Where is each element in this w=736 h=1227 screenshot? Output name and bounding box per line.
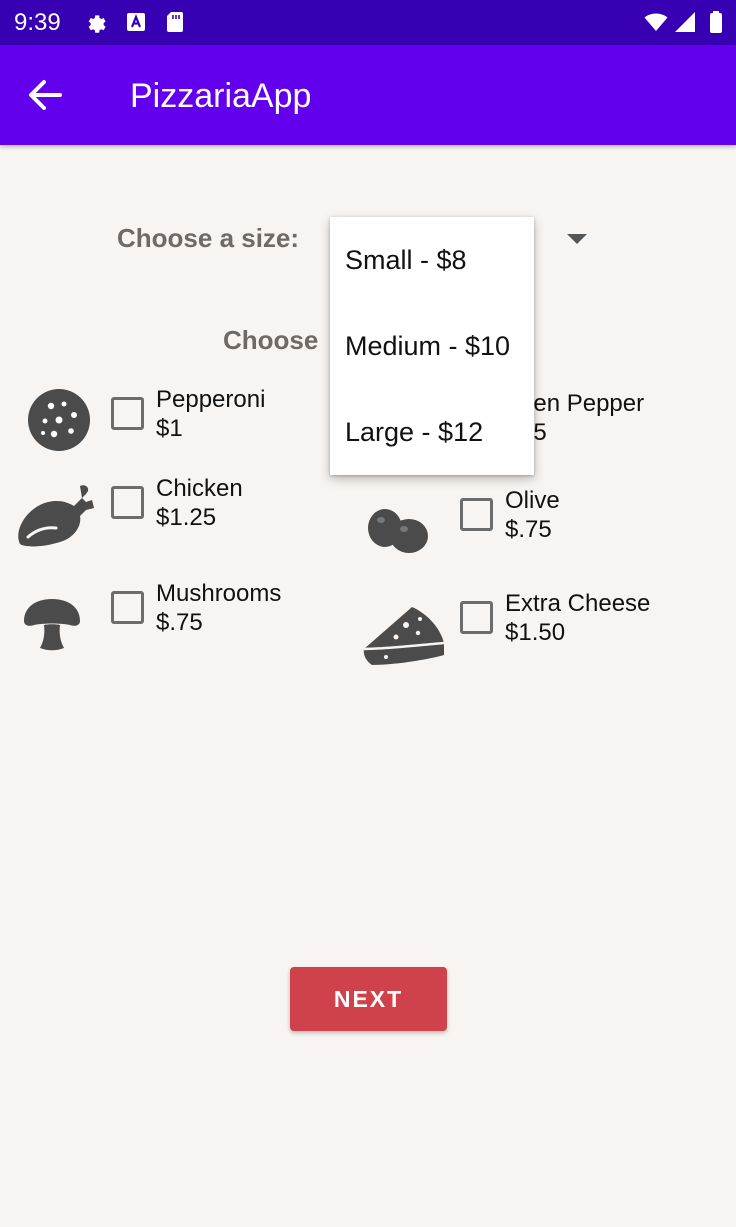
checkbox-pepperoni[interactable]: [111, 397, 144, 430]
status-bar: 9:39: [0, 0, 736, 45]
gear-icon: [88, 15, 106, 33]
a-badge-icon: [127, 13, 145, 31]
arrow-left-icon[interactable]: [20, 70, 70, 120]
app-bar: PizzariaApp: [0, 45, 736, 145]
topping-price: $1.25: [156, 504, 217, 531]
mushroom-icon: [24, 599, 80, 651]
size-option-label: Medium - $10: [345, 331, 511, 361]
topping-price: $.75: [505, 516, 552, 543]
cheese-icon: [363, 607, 445, 665]
olive-icon: [368, 509, 428, 553]
topping-olive: Olive $.75: [366, 486, 696, 566]
app-title: PizzariaApp: [130, 77, 312, 115]
wifi-icon: [644, 13, 668, 31]
topping-name: een Pepper: [520, 390, 645, 417]
dropdown-arrow-icon[interactable]: [567, 234, 587, 244]
next-button[interactable]: NEXT: [290, 967, 447, 1031]
topping-price: $1: [156, 415, 183, 442]
pepperoni-icon: [28, 389, 90, 451]
topping-pepperoni: Pepperoni $1: [20, 385, 350, 465]
size-option-small[interactable]: Small - $8: [330, 217, 534, 303]
size-label: Choose a size:: [117, 223, 300, 253]
checkbox-chicken[interactable]: [111, 486, 144, 519]
battery-icon: [710, 11, 722, 33]
checkbox-olive[interactable]: [460, 498, 493, 531]
topping-name: Chicken: [156, 475, 243, 502]
toppings-label: Choose: [223, 325, 319, 355]
size-option-large[interactable]: Large - $12: [330, 389, 534, 475]
topping-extra-cheese: Extra Cheese $1.50: [360, 589, 690, 669]
topping-name: Mushrooms: [156, 580, 282, 607]
topping-mushrooms: Mushrooms $.75: [20, 579, 350, 659]
sd-card-icon: [167, 12, 183, 32]
checkbox-extra-cheese[interactable]: [460, 601, 493, 634]
topping-name: Olive: [505, 487, 560, 514]
topping-price: $1.50: [505, 619, 566, 646]
size-option-medium[interactable]: Medium - $10: [330, 303, 534, 389]
chicken-leg-icon: [18, 485, 94, 547]
size-dropdown-menu: Small - $8 Medium - $10 Large - $12: [330, 217, 534, 475]
status-time: 9:39: [14, 9, 61, 36]
size-option-label: Large - $12: [345, 417, 484, 447]
size-option-label: Small - $8: [345, 245, 467, 275]
checkbox-mushrooms[interactable]: [111, 591, 144, 624]
topping-name: Extra Cheese: [505, 590, 651, 617]
topping-name: Pepperoni: [156, 386, 266, 413]
signal-icon: [675, 12, 695, 32]
topping-chicken: Chicken $1.25: [14, 474, 344, 554]
topping-price: $.75: [156, 609, 203, 636]
